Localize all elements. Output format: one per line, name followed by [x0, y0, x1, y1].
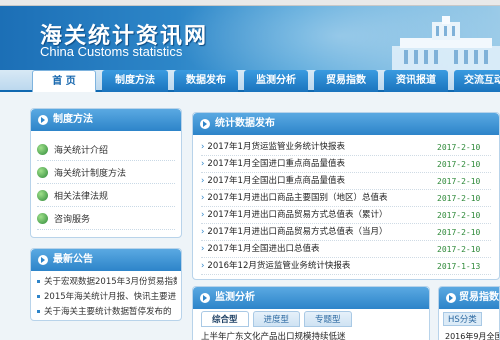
- release-title: 2017年1月全国进口重点商品量值表: [207, 159, 345, 169]
- tab-methods[interactable]: 制度方法: [102, 70, 168, 92]
- green-dot-icon: [37, 190, 48, 201]
- method-item-consulting[interactable]: 咨询服务: [37, 208, 175, 230]
- method-item-system[interactable]: 海关统计制度方法: [37, 162, 175, 184]
- left-column: 制度方法 海关统计介绍 海关统计制度方法 相关法律法规 咨询服务 最新公告 关于…: [30, 108, 182, 321]
- chevron-right-icon: ›: [201, 227, 205, 237]
- release-title: 2017年1月全国出口重点商品量值表: [207, 176, 345, 186]
- release-date: 2017-2-10: [437, 228, 481, 237]
- method-item-label: 海关统计制度方法: [54, 169, 127, 179]
- square-bullet-icon: [37, 280, 40, 283]
- release-date: 2017-2-10: [437, 245, 481, 254]
- methods-list: 海关统计介绍 海关统计制度方法 相关法律法规 咨询服务: [31, 131, 181, 237]
- monitor-panel-title: 监测分析: [215, 292, 255, 303]
- chevron-right-icon: ›: [201, 176, 205, 186]
- table-row[interactable]: › 2017年1月货运监管业务统计快报表 2017-2-10: [201, 139, 491, 156]
- tab-data-release[interactable]: 数据发布: [174, 70, 238, 92]
- release-title: 2017年1月货运监管业务统计快报表: [207, 142, 345, 152]
- announcements-panel: 最新公告 关于宏观数据2015年3月份贸易指数 2015年海关统计月报、快讯主要…: [30, 248, 182, 321]
- green-dot-icon: [37, 144, 48, 155]
- customs-building-icon: [392, 16, 500, 70]
- arrow-bullet-icon: [200, 119, 210, 129]
- site-banner: 海关统计资讯网 China Customs statistics: [0, 6, 500, 70]
- release-title: 2017年1月进出口商品主要国别（地区）总值表: [207, 193, 388, 203]
- stats-release-list: › 2017年1月货运监管业务统计快报表 2017-2-10 › 2017年1月全国进…: [193, 135, 499, 275]
- announcement-text: 2015年海关统计月报、快讯主要进: [44, 292, 177, 302]
- table-row[interactable]: › 2017年1月全国进口重点商品量值表 2017-2-10: [201, 156, 491, 173]
- method-item-label: 咨询服务: [54, 215, 91, 225]
- main-navigation: 首 页 制度方法 数据发布 监测分析 贸易指数 资讯报道 交流互动: [0, 70, 500, 92]
- square-bullet-icon: [37, 310, 40, 313]
- arrow-bullet-icon: [38, 115, 48, 125]
- methods-panel-header: 制度方法: [31, 109, 181, 131]
- trade-index-title: 贸易指数: [459, 292, 499, 303]
- announcement-item[interactable]: 关于海关主要统计数据暂停发布的: [37, 305, 177, 320]
- announcements-panel-title: 最新公告: [53, 254, 93, 265]
- tab-news[interactable]: 资讯报道: [384, 70, 448, 92]
- right-column: 统计数据发布 › 2017年1月货运监管业务统计快报表 2017-2-10 › 201…: [192, 112, 500, 280]
- table-row[interactable]: › 2017年1月进出口商品贸易方式总值表（当月） 2017-2-10: [201, 224, 491, 241]
- trade-index-panel: 贸易指数 HS分类 2016年9月全国: [438, 286, 500, 340]
- table-row[interactable]: › 2017年1月进出口商品贸易方式总值表（累计） 2017-2-10: [201, 207, 491, 224]
- release-date: 2017-2-10: [437, 211, 481, 220]
- release-date: 2017-2-10: [437, 177, 481, 186]
- site-subtitle: China Customs statistics: [40, 44, 183, 59]
- monitor-panel-header: 监测分析: [193, 287, 429, 309]
- table-row[interactable]: › 2017年1月全国进出口总值表 2017-2-10: [201, 241, 491, 258]
- announcement-item[interactable]: 2015年海关统计月报、快讯主要进: [37, 290, 177, 305]
- tab-home[interactable]: 首 页: [32, 70, 96, 92]
- method-item-label: 相关法律法规: [54, 192, 109, 202]
- release-title: 2017年1月进出口商品贸易方式总值表（累计）: [207, 210, 388, 220]
- announcements-panel-header: 最新公告: [31, 249, 181, 271]
- table-row[interactable]: › 2017年1月进出口商品主要国别（地区）总值表 2017-2-10: [201, 190, 491, 207]
- table-row[interactable]: › 2016年12月货运监管业务统计快报表 2017-1-13: [201, 258, 491, 275]
- method-item-intro[interactable]: 海关统计介绍: [37, 139, 175, 161]
- monitor-panel: 监测分析 综合型 进度型 专题型 上半年广东文化产品出口规模持续低迷: [192, 286, 430, 340]
- arrow-bullet-icon: [38, 255, 48, 265]
- method-item-laws[interactable]: 相关法律法规: [37, 185, 175, 207]
- chevron-right-icon: ›: [201, 142, 205, 152]
- arrow-bullet-icon: [200, 293, 210, 303]
- announcement-text: 关于海关主要统计数据暂停发布的: [44, 307, 172, 317]
- tab-monitoring[interactable]: 监测分析: [244, 70, 308, 92]
- tab-progress[interactable]: 进度型: [252, 311, 301, 327]
- release-title: 2016年12月货运监管业务统计快报表: [207, 261, 351, 271]
- release-title: 2017年1月进出口商品贸易方式总值表（当月）: [207, 227, 388, 237]
- trade-index-item[interactable]: 2016年9月全国: [445, 331, 499, 340]
- tab-trade-index[interactable]: 贸易指数: [314, 70, 378, 92]
- release-date: 2017-2-10: [437, 194, 481, 203]
- monitor-tabs: 综合型 进度型 专题型: [201, 311, 356, 327]
- monitor-item[interactable]: 上半年广东文化产品出口规模持续低迷: [201, 330, 346, 340]
- table-row[interactable]: › 2017年1月全国出口重点商品量值表 2017-2-10: [201, 173, 491, 190]
- green-dot-icon: [37, 213, 48, 224]
- methods-panel: 制度方法 海关统计介绍 海关统计制度方法 相关法律法规 咨询服务: [30, 108, 182, 238]
- release-date: 2017-1-13: [437, 262, 481, 271]
- release-date: 2017-2-10: [437, 160, 481, 169]
- announcements-list: 关于宏观数据2015年3月份贸易指数 2015年海关统计月报、快讯主要进 关于海…: [31, 271, 181, 320]
- green-dot-icon: [37, 167, 48, 178]
- chevron-right-icon: ›: [201, 261, 205, 271]
- announcement-text: 关于宏观数据2015年3月份贸易指数: [44, 277, 177, 287]
- tab-interaction[interactable]: 交流互动: [454, 70, 500, 92]
- method-item-label: 海关统计介绍: [54, 146, 109, 156]
- tab-special[interactable]: 专题型: [304, 311, 352, 327]
- release-title: 2017年1月全国进出口总值表: [207, 244, 320, 254]
- methods-panel-title: 制度方法: [53, 114, 93, 125]
- chevron-right-icon: ›: [201, 193, 205, 203]
- arrow-bullet-icon: [446, 293, 456, 303]
- trade-index-header: 贸易指数: [439, 287, 499, 309]
- tab-comprehensive[interactable]: 综合型: [201, 311, 249, 327]
- stats-release-title: 统计数据发布: [215, 118, 275, 129]
- announcement-item[interactable]: 关于宏观数据2015年3月份贸易指数: [37, 275, 177, 290]
- stats-release-panel: 统计数据发布 › 2017年1月货运监管业务统计快报表 2017-2-10 › 201…: [192, 112, 500, 280]
- chevron-right-icon: ›: [201, 244, 205, 254]
- square-bullet-icon: [37, 295, 40, 298]
- chevron-right-icon: ›: [201, 159, 205, 169]
- tab-hs-classification[interactable]: HS分类: [443, 312, 482, 326]
- stats-release-header: 统计数据发布: [193, 113, 499, 135]
- release-date: 2017-2-10: [437, 143, 481, 152]
- chevron-right-icon: ›: [201, 210, 205, 220]
